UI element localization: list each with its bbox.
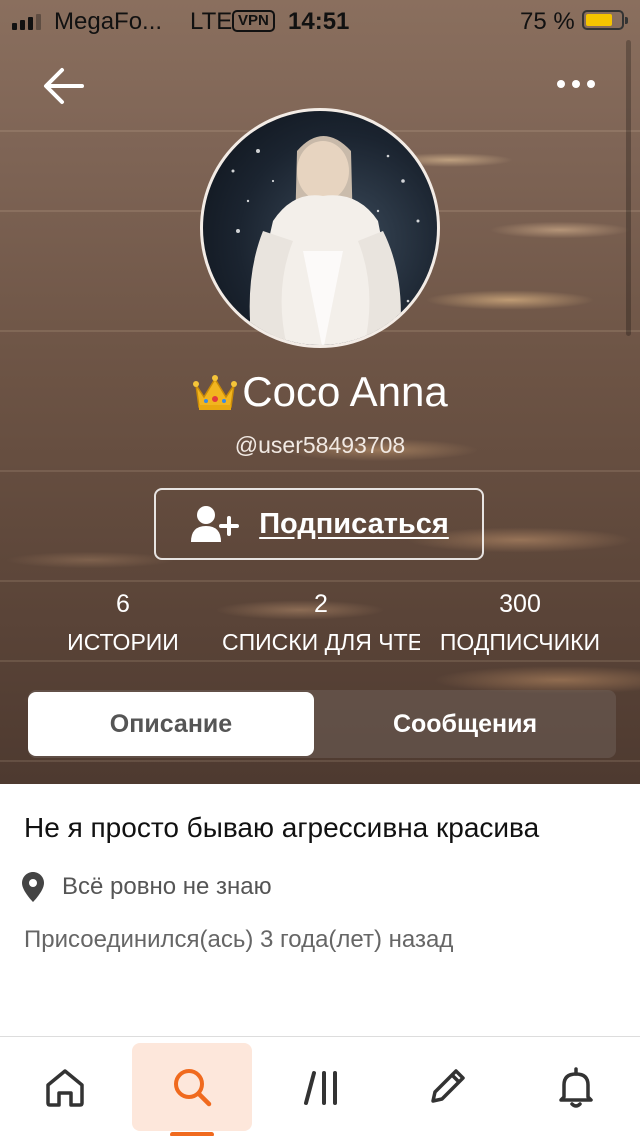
stat-label: СПИСКИ ДЛЯ ЧТЕНИЯ <box>222 629 420 655</box>
battery-percent: 75 % <box>520 8 575 35</box>
carrier-name: MegaFo... <box>54 8 163 35</box>
profile-handle: @user58493708 <box>234 432 406 458</box>
tab-messages[interactable]: Сообщения <box>314 690 616 758</box>
nav-search[interactable] <box>132 1043 252 1136</box>
avatar-image <box>231 136 420 345</box>
more-options-button[interactable] <box>548 62 604 106</box>
battery-icon <box>582 10 628 30</box>
profile-joined: Присоединился(ась) 3 года(лет) назад <box>24 926 454 953</box>
stat-reading-lists[interactable]: 2 СПИСКИ ДЛЯ ЧТЕНИЯ <box>222 590 420 656</box>
profile-tabs: Описание Сообщения <box>28 690 616 758</box>
profile-display-name: Coco Anna <box>0 368 640 416</box>
signal-icon <box>12 14 41 30</box>
nav-write[interactable] <box>387 1043 507 1131</box>
network-type: LTE <box>190 8 233 35</box>
avatar[interactable] <box>200 108 440 348</box>
tab-description[interactable]: Описание <box>28 692 314 756</box>
status-time: 14:51 <box>288 8 350 35</box>
follow-button[interactable]: Подписаться <box>154 488 484 560</box>
follow-button-label: Подписаться <box>259 507 449 540</box>
search-icon <box>174 1069 212 1107</box>
stat-stories[interactable]: 6 ИСТОРИИ <box>50 590 196 656</box>
scrollbar[interactable] <box>626 40 631 336</box>
bottom-navigation <box>0 1036 640 1136</box>
stat-value: 2 <box>314 590 328 618</box>
nav-library[interactable] <box>262 1043 382 1131</box>
status-bar: MegaFo... LTE VPN 14:51 75 % <box>0 0 640 40</box>
stat-label: ИСТОРИИ <box>67 629 179 655</box>
arrow-left-icon <box>44 68 84 104</box>
profile-bio: Не я просто бываю агрессивна красива <box>24 812 540 843</box>
active-indicator <box>170 1132 214 1136</box>
add-user-icon <box>191 506 240 542</box>
stat-value: 6 <box>116 590 130 618</box>
stat-followers[interactable]: 300 ПОДПИСЧИКИ <box>433 590 607 656</box>
pencil-icon <box>431 1069 465 1103</box>
vpn-badge: VPN <box>232 10 275 32</box>
display-name-text: Coco Anna <box>242 368 448 415</box>
stat-value: 300 <box>499 590 541 618</box>
map-pin-icon <box>22 872 44 902</box>
stat-label: ПОДПИСЧИКИ <box>439 629 601 655</box>
nav-notifications[interactable] <box>516 1043 636 1131</box>
profile-location: Всё ровно не знаю <box>22 872 272 902</box>
crown-icon <box>193 375 238 410</box>
location-text: Всё ровно не знаю <box>62 873 272 900</box>
nav-home[interactable] <box>5 1043 125 1131</box>
back-button[interactable] <box>38 60 90 112</box>
library-icon <box>304 1071 337 1105</box>
more-horizontal-icon <box>557 80 595 88</box>
bell-icon <box>559 1067 593 1108</box>
home-icon <box>46 1069 84 1107</box>
